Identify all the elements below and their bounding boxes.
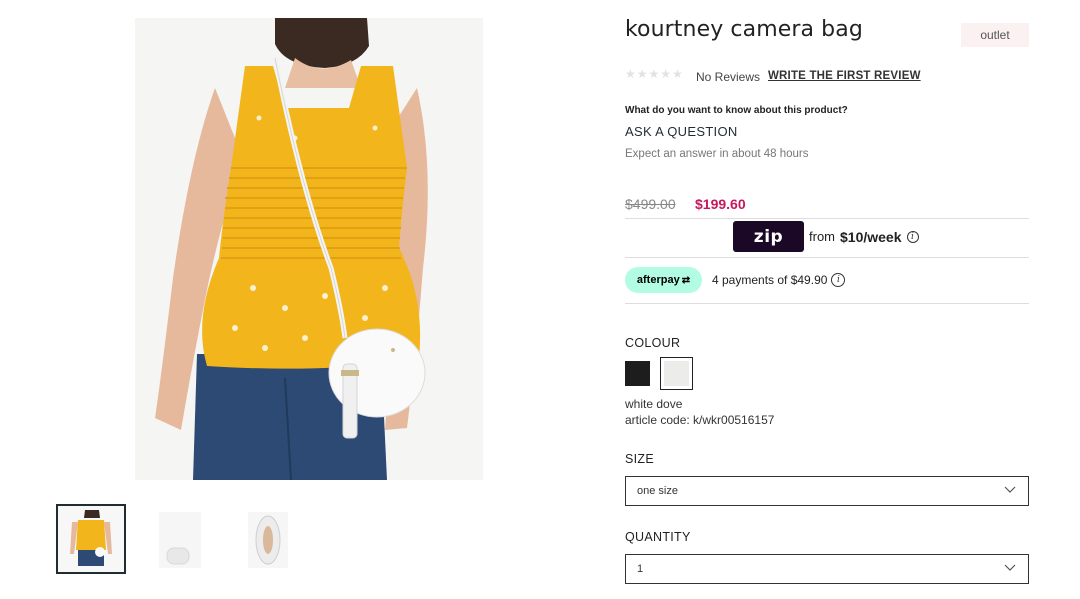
model-wearing-bag-illustration bbox=[135, 18, 483, 480]
quantity-label: QUANTITY bbox=[625, 530, 691, 544]
afterpay-payments-text: 4 payments of $49.90 bbox=[712, 273, 828, 287]
thumbnail-3[interactable] bbox=[236, 506, 306, 576]
thumbnail-2[interactable] bbox=[149, 506, 219, 576]
swatch-fill bbox=[664, 361, 689, 386]
star-icon: ★ bbox=[625, 67, 636, 81]
colour-label: COLOUR bbox=[625, 336, 681, 350]
star-icon: ★ bbox=[648, 67, 660, 81]
original-price: $499.00 bbox=[625, 196, 676, 212]
star-icon: ★ bbox=[660, 67, 672, 81]
thumbnail-bag-interior-image bbox=[248, 512, 288, 568]
rating-stars: ★ ★ ★ ★ ★ bbox=[625, 67, 683, 81]
info-icon[interactable]: i bbox=[831, 273, 846, 287]
zip-logo: zip bbox=[733, 221, 804, 252]
size-select-value: one size bbox=[637, 485, 678, 497]
thumbnail-bag-front-image bbox=[159, 512, 201, 568]
afterpay-arrows-icon: ⇄ bbox=[681, 274, 691, 286]
answer-time-note: Expect an answer in about 48 hours bbox=[625, 148, 809, 160]
chevron-down-icon bbox=[1004, 486, 1016, 497]
zip-logo-text: zip bbox=[753, 226, 784, 247]
ask-question-link[interactable]: ASK A QUESTION bbox=[625, 124, 738, 139]
afterpay-installments: 4 payments of $49.90 i bbox=[712, 273, 846, 287]
quantity-select[interactable]: 1 bbox=[625, 554, 1029, 584]
thumbnail-model-image bbox=[58, 506, 124, 572]
colour-swatch-black[interactable] bbox=[625, 361, 650, 386]
star-icon: ★ bbox=[672, 67, 683, 81]
size-select[interactable]: one size bbox=[625, 476, 1029, 506]
divider bbox=[625, 257, 1029, 258]
info-icon[interactable]: i bbox=[906, 230, 919, 243]
quantity-select-value: 1 bbox=[637, 563, 644, 575]
zip-from-label: from bbox=[809, 229, 835, 244]
afterpay-logo: afterpay ⇄ bbox=[625, 267, 702, 293]
divider bbox=[625, 218, 1029, 219]
question-prompt: What do you want to know about this prod… bbox=[625, 105, 848, 116]
star-icon: ★ bbox=[636, 67, 648, 81]
zip-amount: $10/week bbox=[840, 228, 902, 245]
afterpay-logo-text: afterpay bbox=[636, 274, 680, 286]
article-code: article code: k/wkr00516157 bbox=[625, 413, 775, 427]
review-count: No Reviews bbox=[696, 70, 761, 84]
main-product-image[interactable] bbox=[135, 18, 483, 480]
write-review-link[interactable]: WRITE THE FIRST REVIEW bbox=[768, 70, 921, 82]
product-title: kourtney camera bag bbox=[625, 17, 863, 42]
colour-swatch-white-dove[interactable] bbox=[660, 357, 693, 390]
zip-pay-row: zip from $10/week i bbox=[733, 221, 919, 252]
chevron-down-icon bbox=[1004, 564, 1016, 575]
divider bbox=[625, 303, 1029, 304]
selected-colour-name: white dove bbox=[625, 397, 683, 411]
outlet-badge: outlet bbox=[961, 23, 1029, 47]
sale-price: $199.60 bbox=[695, 196, 746, 212]
thumbnail-1[interactable] bbox=[56, 504, 126, 574]
size-label: SIZE bbox=[625, 452, 654, 466]
